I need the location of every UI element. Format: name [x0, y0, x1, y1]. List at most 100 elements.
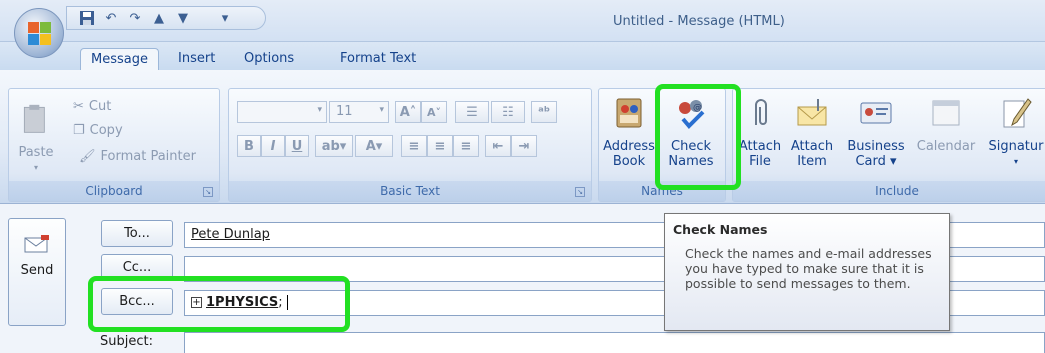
basic-text-launcher-icon[interactable]: ↘: [575, 187, 585, 197]
clipboard-group: Paste ▾ ✂ Cut ❐ Copy 🖌 Format Painter Cl…: [8, 88, 220, 202]
undo-icon[interactable]: ↶: [101, 9, 121, 27]
calendar-label: Calendar: [916, 139, 976, 154]
bullets-button[interactable]: ☰: [455, 101, 489, 123]
paperclip-icon: [755, 99, 767, 125]
font-name-combo[interactable]: ▾: [237, 101, 327, 123]
bold-button[interactable]: B: [237, 135, 261, 157]
send-envelope-icon: [24, 235, 49, 253]
basic-text-group-label: Basic Text: [229, 181, 591, 201]
copy-label: Copy: [89, 123, 123, 138]
redo-icon[interactable]: ↷: [125, 9, 145, 27]
cut-label: Cut: [88, 99, 112, 114]
tab-format-text[interactable]: Format Text: [330, 48, 426, 70]
bold-icon: B: [244, 138, 254, 154]
font-size-value: 11: [336, 104, 353, 119]
business-card-label-2: Card ▾: [855, 154, 897, 169]
ribbon: Paste ▾ ✂ Cut ❐ Copy 🖌 Format Painter Cl…: [0, 70, 1045, 204]
format-painter-button[interactable]: 🖌 Format Painter: [79, 149, 196, 164]
signature-pen-icon: [1003, 98, 1032, 128]
highlighter-icon: ab▾: [321, 138, 347, 154]
font-name-dropdown-icon: ▾: [317, 105, 322, 115]
calendar-button[interactable]: Calendar: [911, 95, 981, 154]
down-arrow-icon[interactable]: ▼: [173, 9, 193, 27]
decrease-indent-icon: ⇤: [492, 138, 504, 154]
numbering-button[interactable]: ☷: [491, 101, 525, 123]
align-right-icon: ≡: [460, 138, 472, 154]
align-left-button[interactable]: ≡: [401, 135, 427, 157]
align-right-button[interactable]: ≡: [453, 135, 479, 157]
signature-button[interactable]: Signatur ▾: [983, 95, 1045, 169]
attach-item-button[interactable]: Attach Item: [785, 95, 839, 169]
italic-button[interactable]: I: [261, 135, 285, 157]
grow-font-button[interactable]: A˄: [395, 101, 421, 123]
align-left-icon: ≡: [408, 138, 420, 154]
numbering-icon: ☷: [502, 104, 514, 120]
ribbon-tabs: Message Insert Options Format Text: [0, 42, 1045, 70]
copy-icon: ❐: [73, 123, 85, 138]
align-center-icon: ≡: [434, 138, 446, 154]
increase-indent-button[interactable]: ⇥: [511, 135, 537, 157]
font-color-icon: A▾: [365, 138, 383, 154]
up-arrow-icon[interactable]: ▲: [149, 9, 169, 27]
to-button[interactable]: To...: [101, 220, 173, 247]
paste-button[interactable]: Paste ▾: [13, 101, 59, 175]
to-recipient: Pete Dunlap: [191, 227, 270, 242]
include-group-label: Include: [733, 181, 1045, 201]
tab-message[interactable]: Message: [80, 48, 159, 70]
shrink-font-icon: A˅: [426, 105, 441, 119]
office-logo-icon: [28, 22, 51, 45]
send-label: Send: [20, 263, 54, 278]
address-book-label-1: Address: [603, 139, 655, 154]
font-size-dropdown-icon: ▾: [379, 105, 384, 115]
tooltip-body: Check the names and e-mail addresses you…: [685, 246, 932, 291]
signature-dropdown-icon: ▾: [1013, 157, 1018, 166]
attach-file-label-2: File: [749, 154, 771, 169]
align-center-button[interactable]: ≡: [427, 135, 453, 157]
quick-access-toolbar: ↶ ↷ ▲ ▼ ▾: [66, 6, 266, 30]
grow-font-icon: A˄: [399, 104, 417, 120]
decrease-indent-button[interactable]: ⇤: [485, 135, 511, 157]
attach-item-label-2: Item: [797, 154, 827, 169]
tab-insert[interactable]: Insert: [168, 48, 225, 70]
paste-label: Paste: [18, 145, 54, 160]
paste-icon: [23, 104, 45, 133]
business-card-button[interactable]: Business Card ▾: [843, 95, 909, 169]
paintbrush-icon: 🖌: [79, 149, 96, 164]
increase-indent-icon: ⇥: [518, 138, 530, 154]
send-button[interactable]: Send: [8, 218, 66, 326]
copy-button[interactable]: ❐ Copy: [73, 123, 123, 138]
tooltip-title: Check Names: [673, 222, 768, 237]
customize-icon[interactable]: ▾: [215, 9, 235, 27]
shrink-font-button[interactable]: A˅: [421, 101, 447, 123]
check-names-highlight: [655, 84, 741, 190]
bullets-icon: ☰: [466, 104, 478, 120]
office-button[interactable]: [14, 8, 64, 58]
business-card-icon: [860, 102, 892, 124]
clipboard-launcher-icon[interactable]: ↘: [203, 187, 213, 197]
styles-button[interactable]: ᵃᵇ: [531, 101, 557, 123]
font-size-combo[interactable]: 11 ▾: [329, 101, 389, 123]
address-book-icon: [616, 98, 642, 128]
envelope-attach-icon: [797, 99, 827, 126]
scissors-icon: ✂: [73, 99, 84, 114]
include-group: Attach File Attach Item Business Card ▾: [732, 88, 1045, 202]
address-book-button[interactable]: Address Book: [599, 95, 659, 169]
bcc-highlight: [88, 276, 350, 332]
highlight-button[interactable]: ab▾: [315, 135, 353, 157]
clipboard-group-label: Clipboard: [9, 181, 219, 201]
title-bar: ↶ ↷ ▲ ▼ ▾ Untitled - Message (HTML): [0, 0, 1045, 42]
check-names-tooltip: Check Names Check the names and e-mail a…: [664, 213, 950, 331]
signature-label: Signatur: [988, 139, 1044, 154]
underline-button[interactable]: U: [285, 135, 309, 157]
attach-file-button[interactable]: Attach File: [735, 95, 785, 169]
styles-icon: ᵃᵇ: [537, 104, 551, 120]
paste-dropdown-icon: ▾: [33, 163, 38, 172]
font-color-button[interactable]: A▾: [355, 135, 393, 157]
subject-label: Subject:: [100, 334, 153, 349]
cut-button[interactable]: ✂ Cut: [73, 99, 111, 114]
save-icon[interactable]: [77, 9, 97, 27]
subject-field[interactable]: [184, 332, 1045, 353]
format-painter-label: Format Painter: [100, 149, 196, 164]
tab-options[interactable]: Options: [234, 48, 304, 70]
basic-text-group: ▾ 11 ▾ A˄ A˅ ☰ ☷ ᵃᵇ B I U ab▾ A▾ ≡ ≡ ≡ ⇤…: [228, 88, 592, 202]
